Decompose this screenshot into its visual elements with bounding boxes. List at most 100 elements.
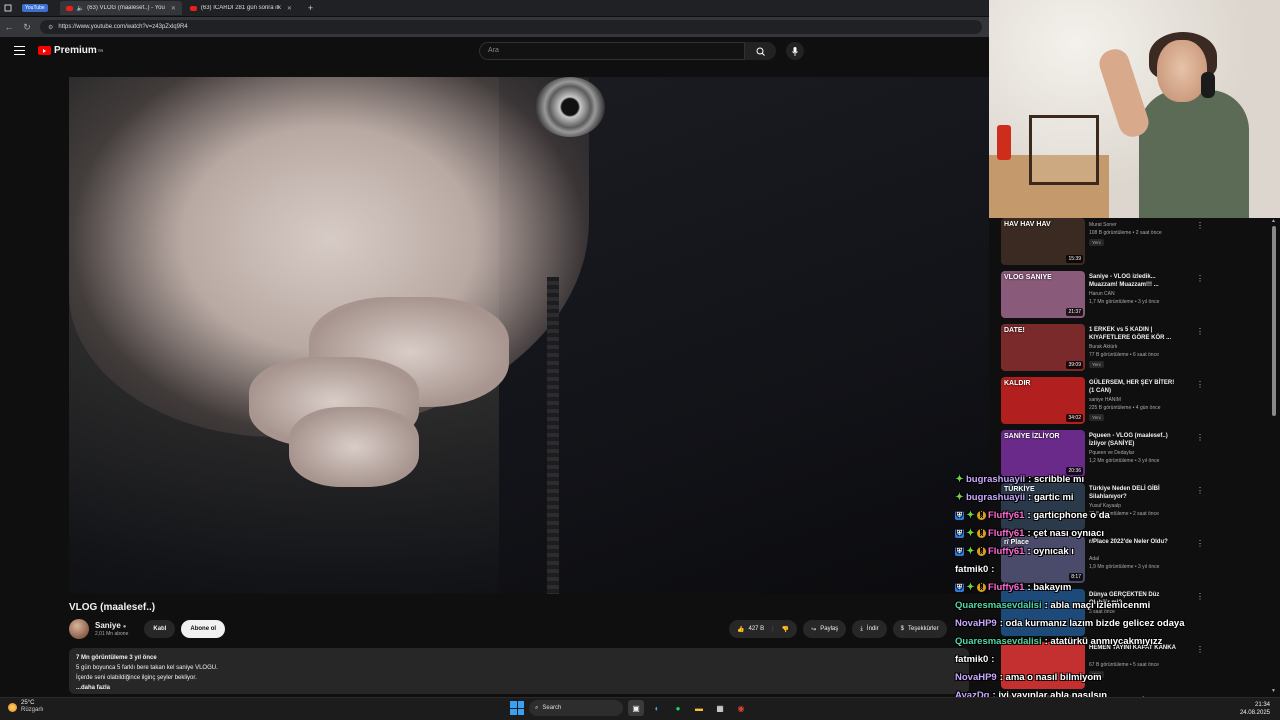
chat-message: Quaresmasevdalisi: atatürkü anmıycakmıyı… (955, 634, 1162, 649)
video-thumbnail[interactable]: DATE! 39:09 (1001, 324, 1085, 371)
chat-username[interactable]: Quaresmasevdalisi (955, 600, 1042, 611)
video-thumbnail[interactable]: HAV HAV HAV 15:39 (1001, 218, 1085, 265)
chat-username[interactable]: NovaHP9 (955, 672, 997, 683)
recommended-title[interactable]: Pqueen - VLOG (maalesef..) İzliyor (SANİ… (1089, 432, 1179, 448)
chrome-icon[interactable]: ◉ (733, 700, 749, 716)
reload-icon[interactable]: ↻ (18, 22, 36, 33)
recommended-item[interactable]: KALDIR 34:02 GÜLERSEM, HER ŞEY BİTER! (1 C… (1000, 377, 1270, 427)
more-options-icon[interactable]: ⋮ (1196, 433, 1204, 442)
chat-username[interactable]: Quaresmasevdalisi (955, 636, 1042, 647)
chat-message: NovaHP9: ama o nasıl bilmiyom (955, 670, 1102, 685)
chat-text: oda kurmanız lazım bizde gelicez odaya (1005, 618, 1185, 629)
recommended-meta: 1,2 Mn görüntüleme • 3 yıl önce (1089, 458, 1160, 464)
windows-taskbar: 25°C Rüzgarlı ⌕ Search ▣ ◐ ● ▬ ▦ ◉ 21:34… (0, 697, 1280, 720)
recommended-title[interactable]: GÜLERSEM, HER ŞEY BİTER! (1 CAN) (1089, 379, 1179, 395)
subscriber-badge-icon: ⛨ (955, 511, 964, 520)
video-player[interactable] (69, 77, 989, 594)
search-input[interactable]: Ara (479, 42, 745, 60)
thanks-button[interactable]: $ Teşekkürler (892, 620, 947, 638)
like-button[interactable]: 👍 427 B | 👎 (729, 620, 798, 638)
chat-username[interactable]: fatmik0 (955, 654, 988, 665)
thumbnail-text: VLOG SANIYE (1004, 274, 1052, 281)
thumbs-up-icon: 👍 (737, 626, 745, 633)
channel-name[interactable]: Saniye (95, 621, 121, 630)
more-options-icon[interactable]: ⋮ (1196, 221, 1204, 230)
back-icon[interactable]: ← (0, 22, 18, 32)
more-options-icon[interactable]: ⋮ (1196, 274, 1204, 283)
recommended-item[interactable]: HAV HAV HAV 15:39 Murat Soner 108 B görüntü… (1000, 218, 1270, 268)
weather-widget[interactable]: 25°C Rüzgarlı (8, 700, 43, 714)
recommended-title[interactable]: Saniye - VLOG izledik... Muazzam! Muazza… (1089, 273, 1179, 289)
chat-message: Quaresmasevdalisi: abla maçı izlemicenmi (955, 598, 1150, 613)
search-button[interactable] (745, 42, 776, 60)
task-view-icon[interactable]: ▣ (628, 700, 644, 716)
taskbar-search[interactable]: ⌕ Search (529, 700, 623, 716)
join-button[interactable]: Katıl (144, 620, 176, 638)
recommended-meta: 108 B görüntüleme • 2 saat önce (1089, 230, 1162, 236)
url-field[interactable]: ⚙ https://www.youtube.com/watch?v=z43pZx… (40, 20, 982, 34)
close-icon[interactable]: ✕ (287, 5, 292, 12)
tab-icardi[interactable]: (63) İCARDİ 281 gün sonra ilk ma ✕ (184, 1, 298, 15)
show-more-link[interactable]: ...daha fazla (76, 683, 962, 693)
tab-vlog[interactable]: 🔈 (63) VLOG (maalesef..) - You ✕ (59, 1, 182, 15)
recommended-channel[interactable]: Pqueen ve Dedaylar (1089, 450, 1134, 457)
close-icon[interactable]: ✕ (171, 5, 176, 12)
chat-username[interactable]: Fluffy61 (988, 582, 1024, 593)
address-bar: ← ↻ ⚙ https://www.youtube.com/watch?v=z4… (0, 17, 990, 37)
menu-icon[interactable] (14, 46, 25, 58)
video-thumbnail[interactable]: KALDIR 34:02 (1001, 377, 1085, 424)
recommended-item[interactable]: DATE! 39:09 1 ERKEK vs 5 KADIN | KIYAFETLE… (1000, 324, 1270, 374)
more-options-icon[interactable]: ⋮ (1196, 327, 1204, 336)
recommended-channel[interactable]: Murat Soner (1089, 222, 1117, 229)
subscribe-button[interactable]: Abone ol (181, 620, 226, 638)
chat-message: ✦ bugrashuayii: scribble mı (955, 472, 1084, 487)
chat-message: fatmik0: (955, 562, 997, 577)
chat-message: fatmik0: (955, 652, 997, 667)
chat-username[interactable]: Fluffy61 (988, 528, 1024, 539)
like-count: 427 B (748, 626, 765, 632)
video-thumbnail[interactable]: SANİYE İZLİYOR 20:36 (1001, 430, 1085, 477)
youtube-logo[interactable]: Premium TR (38, 45, 103, 56)
browser-menu-icon[interactable] (0, 0, 16, 16)
recommended-channel[interactable]: Burak Aktürk (1089, 344, 1117, 351)
file-explorer-icon[interactable]: ▬ (691, 700, 707, 716)
site-info-icon[interactable]: ⚙ (48, 24, 53, 31)
chat-username[interactable]: Fluffy61 (988, 510, 1024, 521)
chat-username[interactable]: bugrashuayii (966, 492, 1025, 503)
taskbar-apps: ⌕ Search ▣ ◐ ● ▬ ▦ ◉ (510, 700, 749, 716)
more-options-icon[interactable]: ⋮ (1196, 380, 1204, 389)
chat-username[interactable]: fatmik0 (955, 564, 988, 575)
recommended-title[interactable]: 1 ERKEK vs 5 KADIN | KIYAFETLERE GÖRE KÖ… (1089, 326, 1179, 342)
download-button[interactable]: ⤓ İndir (852, 620, 887, 638)
description-line: İçerde seni olabildiğince ilginç şeyler … (76, 675, 197, 681)
store-icon[interactable]: ▦ (712, 700, 728, 716)
edge-icon[interactable]: ◐ (649, 700, 665, 716)
chat-text: gartic mi (1033, 492, 1074, 503)
scrollbar-thumb[interactable] (1272, 226, 1276, 416)
recommended-channel[interactable]: Harun CAN (1089, 291, 1115, 298)
verified-icon: ● (122, 624, 127, 630)
chat-message: ⛨ ✦! Fluffy61: bakayım (955, 580, 1071, 595)
recommended-channel[interactable]: saniye HANIM (1089, 397, 1121, 404)
voice-search-button[interactable] (786, 42, 804, 60)
clock-time: 21:34 (1254, 702, 1270, 708)
new-tab-button[interactable]: + (308, 3, 313, 13)
scroll-up-icon[interactable]: ▲ (1271, 218, 1276, 224)
duration-badge: 39:09 (1066, 361, 1083, 369)
chat-username[interactable]: bugrashuayii (966, 474, 1025, 485)
chat-username[interactable]: NovaHP9 (955, 618, 997, 629)
chat-username[interactable]: Fluffy61 (988, 546, 1024, 557)
share-label: Paylaş (820, 626, 839, 632)
tab-youtube-group[interactable]: YouTube (16, 1, 58, 15)
windows-start-icon[interactable] (510, 701, 524, 715)
system-clock[interactable]: 21:34 24.08.2025 (1240, 701, 1270, 717)
recommended-item[interactable]: VLOG SANIYE 21:37 Saniye - VLOG izledik...… (1000, 271, 1270, 321)
channel-avatar[interactable] (69, 619, 89, 639)
thumbnail-text: KALDIR (1004, 380, 1031, 387)
bits-badge-icon: ! (977, 529, 986, 538)
thumbs-down-icon[interactable]: 👎 (782, 626, 789, 633)
description-box[interactable]: 7 Mn görüntüleme 3 yıl önce 5 gün boyunc… (69, 648, 969, 694)
video-thumbnail[interactable]: VLOG SANIYE 21:37 (1001, 271, 1085, 318)
share-button[interactable]: ↪ Paylaş (803, 620, 847, 638)
spotify-icon[interactable]: ● (670, 700, 686, 716)
